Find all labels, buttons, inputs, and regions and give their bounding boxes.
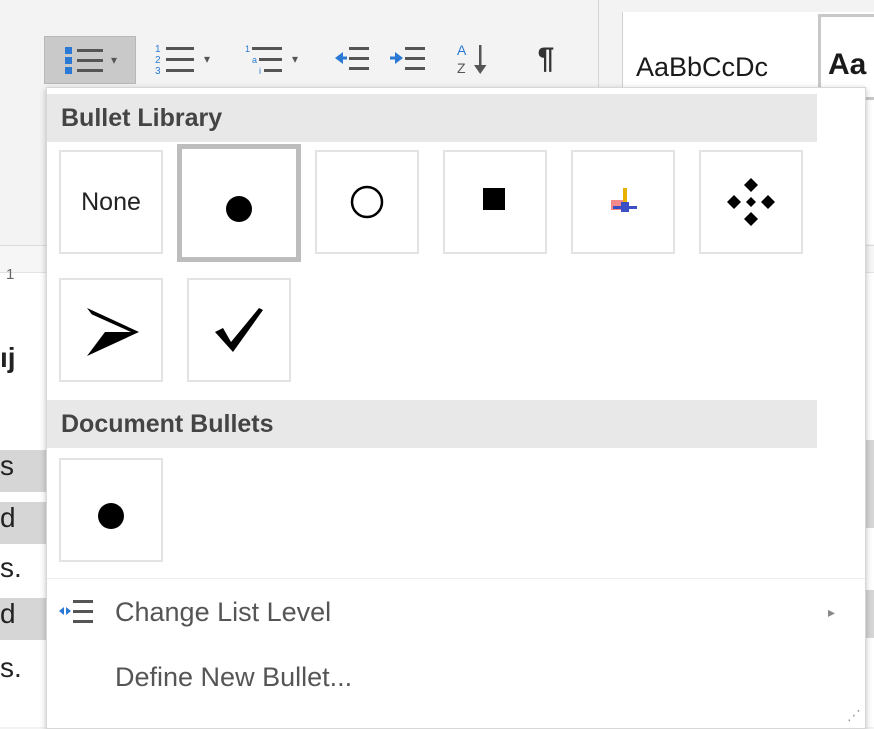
doc-text: s: [0, 450, 46, 492]
hollow-circle-bullet-icon: [350, 185, 384, 219]
bullet-option-checkmark[interactable]: [187, 278, 291, 382]
bullet-list-icon: [64, 47, 103, 74]
multilevel-dropdown-arrow[interactable]: ▾: [292, 52, 298, 66]
svg-text:A: A: [457, 42, 467, 58]
change-list-level-icon: [59, 600, 93, 623]
checkmark-bullet-icon: [215, 308, 263, 352]
bullet-option-arrowhead[interactable]: [59, 278, 163, 382]
bullet-option-filled-square[interactable]: [443, 150, 547, 254]
bullets-dropdown-arrow[interactable]: ▾: [111, 53, 117, 67]
doc-text: d: [0, 502, 46, 544]
sort-button[interactable]: A Z: [450, 36, 500, 82]
svg-text:Z: Z: [457, 60, 466, 76]
bullet-library-header: Bullet Library: [47, 94, 817, 142]
numbering-dropdown-arrow[interactable]: ▾: [204, 52, 210, 66]
define-new-bullet-label: Define New Bullet...: [115, 661, 353, 692]
bullet-option-diamond-cluster[interactable]: [699, 150, 803, 254]
arrowhead-bullet-icon: [87, 308, 139, 356]
resize-grip-icon[interactable]: ⋰: [847, 707, 861, 724]
document-bullet-filled-circle[interactable]: [59, 458, 163, 562]
multilevel-list-button[interactable]: 1 a i ▾: [234, 36, 308, 82]
decrease-indent-button[interactable]: [328, 36, 376, 82]
define-new-bullet-item[interactable]: Define New Bullet...: [47, 644, 865, 710]
numbering-button[interactable]: 1 2 3 ▾: [142, 36, 222, 82]
doc-text: d: [0, 598, 46, 640]
pilcrow-icon: ¶: [537, 42, 555, 75]
svg-text:2: 2: [155, 55, 161, 66]
style-normal[interactable]: AaBbCcDc: [636, 52, 768, 83]
bullet-dropdown-panel: Bullet Library None Document Bullets Cha…: [46, 87, 866, 729]
svg-text:i: i: [259, 66, 261, 76]
star-cross-bullet-icon: [611, 188, 637, 212]
doc-text: s.: [0, 652, 22, 683]
svg-text:a: a: [252, 55, 257, 65]
increase-indent-button[interactable]: [384, 36, 432, 82]
filled-square-bullet-icon: [483, 188, 505, 210]
show-formatting-button[interactable]: ¶: [524, 36, 568, 82]
numbered-list-icon: 1 2 3: [155, 44, 194, 76]
ruler-number: 1: [6, 266, 15, 283]
bullet-option-none[interactable]: None: [59, 150, 163, 254]
filled-circle-bullet-icon: [98, 503, 124, 529]
increase-indent-icon: [390, 47, 425, 70]
submenu-arrow-icon: ▸: [827, 603, 835, 620]
bullet-option-star-cross[interactable]: [571, 150, 675, 254]
doc-text: ıj: [0, 342, 16, 373]
svg-text:1: 1: [245, 44, 250, 54]
bullets-button[interactable]: ▾: [44, 36, 136, 84]
svg-text:1: 1: [155, 44, 161, 55]
sort-az-icon: A Z: [457, 42, 487, 76]
filled-circle-bullet-icon: [226, 196, 252, 222]
diamond-cluster-bullet-icon: [727, 178, 775, 226]
ribbon-separator: [598, 0, 599, 100]
change-list-level-label: Change List Level: [115, 596, 332, 627]
doc-text: s.: [0, 552, 22, 583]
svg-text:3: 3: [155, 66, 161, 76]
bullet-none-label: None: [81, 187, 141, 216]
bullet-option-hollow-circle[interactable]: [315, 150, 419, 254]
decrease-indent-icon: [335, 47, 369, 70]
multilevel-list-icon: 1 a i: [245, 44, 282, 76]
style-heading[interactable]: Aa: [828, 48, 866, 82]
bullet-option-filled-circle[interactable]: [177, 144, 301, 262]
document-bullets-header: Document Bullets: [47, 400, 817, 448]
change-list-level-item[interactable]: Change List Level ▸: [47, 578, 865, 645]
